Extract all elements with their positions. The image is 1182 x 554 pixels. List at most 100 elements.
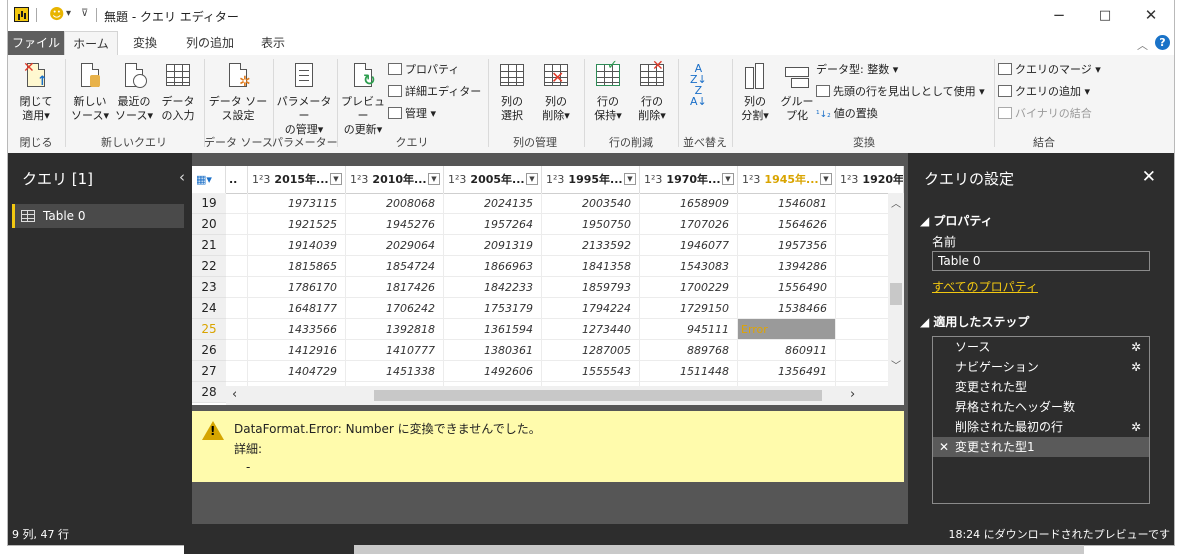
table-cell[interactable]: 1555543 [542,361,640,382]
merge-queries-button[interactable]: クエリのマージ ▾ [998,61,1101,79]
table-cell[interactable]: 1451338 [346,361,444,382]
table-cell[interactable]: 945111 [640,319,738,340]
table-cell[interactable]: 2024135 [444,193,542,214]
maximize-button[interactable]: □ [1082,0,1128,31]
table-cell[interactable]: 1817426 [346,277,444,298]
row-number[interactable]: 26 [192,340,226,361]
column-header-4[interactable]: 1²3 1970年... ▼ [640,166,738,193]
send-smile-icon[interactable]: ☻ [49,7,65,22]
row-number[interactable]: 21 [192,235,226,256]
table-cell[interactable]: 1841358 [542,256,640,277]
column-header-6[interactable]: 1²3 1920年... [836,166,904,193]
table-cell[interactable] [226,277,248,298]
applied-step[interactable]: 昇格されたヘッダー数 [933,397,1149,417]
filter-dropdown-icon[interactable]: ▼ [722,173,734,185]
table-cell[interactable]: 1543083 [640,256,738,277]
remove-columns-button[interactable]: ✕ 列の 削除▾ [534,61,578,123]
type-number-icon[interactable]: 1²3 [546,173,564,186]
table-cell[interactable]: 1410777 [346,340,444,361]
close-button[interactable]: ✕ [1128,0,1174,31]
tab-home[interactable]: ホーム [64,31,118,56]
table-cell[interactable]: 1753179 [444,298,542,319]
filter-dropdown-icon[interactable]: ▼ [820,173,832,185]
help-icon[interactable]: ? [1155,35,1170,50]
collapse-pane-icon[interactable]: ‹ [179,168,185,186]
tab-transform[interactable]: 変換 [122,31,168,55]
filter-dropdown-icon[interactable]: ▼ [526,173,538,185]
table-cell[interactable] [226,193,248,214]
replace-values-button[interactable]: ¹↓₂ 値の置換 [816,105,878,123]
all-properties-link[interactable]: すべてのプロパティ [932,278,1038,295]
table-cell[interactable]: 1794224 [542,298,640,319]
table-cell[interactable]: 1404729 [248,361,346,382]
table-cell[interactable]: 2133592 [542,235,640,256]
error-cell[interactable]: Error [738,319,836,340]
manage-parameters-button[interactable]: パラメーター の管理▾ [274,61,334,137]
table-cell[interactable]: 1361594 [444,319,542,340]
column-header-0[interactable]: 1²3 2015年... ▼ [248,166,346,193]
row-number[interactable]: 27 [192,361,226,382]
table-cell[interactable]: 1957264 [444,214,542,235]
choose-columns-button[interactable]: 列の 選択 [490,61,534,123]
table-cell[interactable]: 1842233 [444,277,542,298]
row-number[interactable]: 23 [192,277,226,298]
row-number[interactable]: 19 [192,193,226,214]
table-cell[interactable]: 1914039 [248,235,346,256]
type-number-icon[interactable]: 1²3 [252,173,270,186]
row-number[interactable]: 22 [192,256,226,277]
split-column-button[interactable]: 列の 分割▾ [734,61,776,123]
table-cell[interactable]: 2003540 [542,193,640,214]
row-number[interactable]: 25 [192,319,226,340]
table-cell[interactable] [226,256,248,277]
column-header-truncated[interactable]: .. [226,166,248,193]
properties-button[interactable]: プロパティ [388,61,459,79]
type-number-icon[interactable]: 1²3 [840,173,858,186]
query-name-input[interactable] [932,251,1150,271]
type-number-icon[interactable]: 1²3 [644,173,662,186]
table-cell[interactable]: 1854724 [346,256,444,277]
tab-file[interactable]: ファイル [8,31,64,55]
smile-dropdown-icon[interactable]: ▾ [66,8,71,19]
row-number[interactable]: 28 [192,382,226,403]
table-cell[interactable]: 2029064 [346,235,444,256]
table-cell[interactable]: 1356491 [738,361,836,382]
applied-step[interactable]: ソース ✲ [933,337,1149,357]
table-cell[interactable]: 1946077 [640,235,738,256]
scroll-left-icon[interactable]: ‹ [232,387,237,402]
scroll-down-icon[interactable]: ﹀ [891,357,901,372]
table-cell[interactable]: 1412916 [248,340,346,361]
table-cell[interactable]: 1707026 [640,214,738,235]
filter-dropdown-icon[interactable]: ▼ [428,173,440,185]
type-number-icon[interactable]: 1²3 [448,173,466,186]
table-cell[interactable]: 1511448 [640,361,738,382]
step-settings-gear-icon[interactable]: ✲ [1131,417,1141,437]
tab-view[interactable]: 表示 [252,31,294,55]
table-cell[interactable] [226,235,248,256]
customize-qat-icon[interactable]: ⊽ [81,8,88,19]
applied-step[interactable]: ナビゲーション ✲ [933,357,1149,377]
table-cell[interactable]: 1950750 [542,214,640,235]
table-cell[interactable]: 889768 [640,340,738,361]
table-cell[interactable]: 1973115 [248,193,346,214]
vertical-scrollbar[interactable]: ︿ ﹀ [888,193,904,405]
row-number[interactable]: 24 [192,298,226,319]
filter-dropdown-icon[interactable]: ▼ [624,173,636,185]
append-queries-button[interactable]: クエリの追加 ▾ [998,83,1090,101]
table-cell[interactable]: 1564626 [738,214,836,235]
step-settings-gear-icon[interactable]: ✲ [1131,337,1141,357]
table-cell[interactable]: 1700229 [640,277,738,298]
table-cell[interactable]: 1815865 [248,256,346,277]
table-cell[interactable]: 1433566 [248,319,346,340]
table-cell[interactable] [226,361,248,382]
table-cell[interactable]: 1556490 [738,277,836,298]
properties-heading[interactable]: ◢ プロパティ [920,212,993,229]
table-cell[interactable]: 1921525 [248,214,346,235]
table-cell[interactable] [226,298,248,319]
table-cell[interactable]: 1392818 [346,319,444,340]
applied-steps-heading[interactable]: ◢ 適用したステップ [920,313,1029,330]
close-apply-button[interactable]: ✕ ↑ 閉じて 適用▾ [12,61,60,123]
close-pane-icon[interactable]: ✕ [1142,167,1156,187]
table-cell[interactable] [226,340,248,361]
applied-step[interactable]: 変更された型 [933,377,1149,397]
advanced-editor-button[interactable]: 詳細エディター [388,83,481,101]
